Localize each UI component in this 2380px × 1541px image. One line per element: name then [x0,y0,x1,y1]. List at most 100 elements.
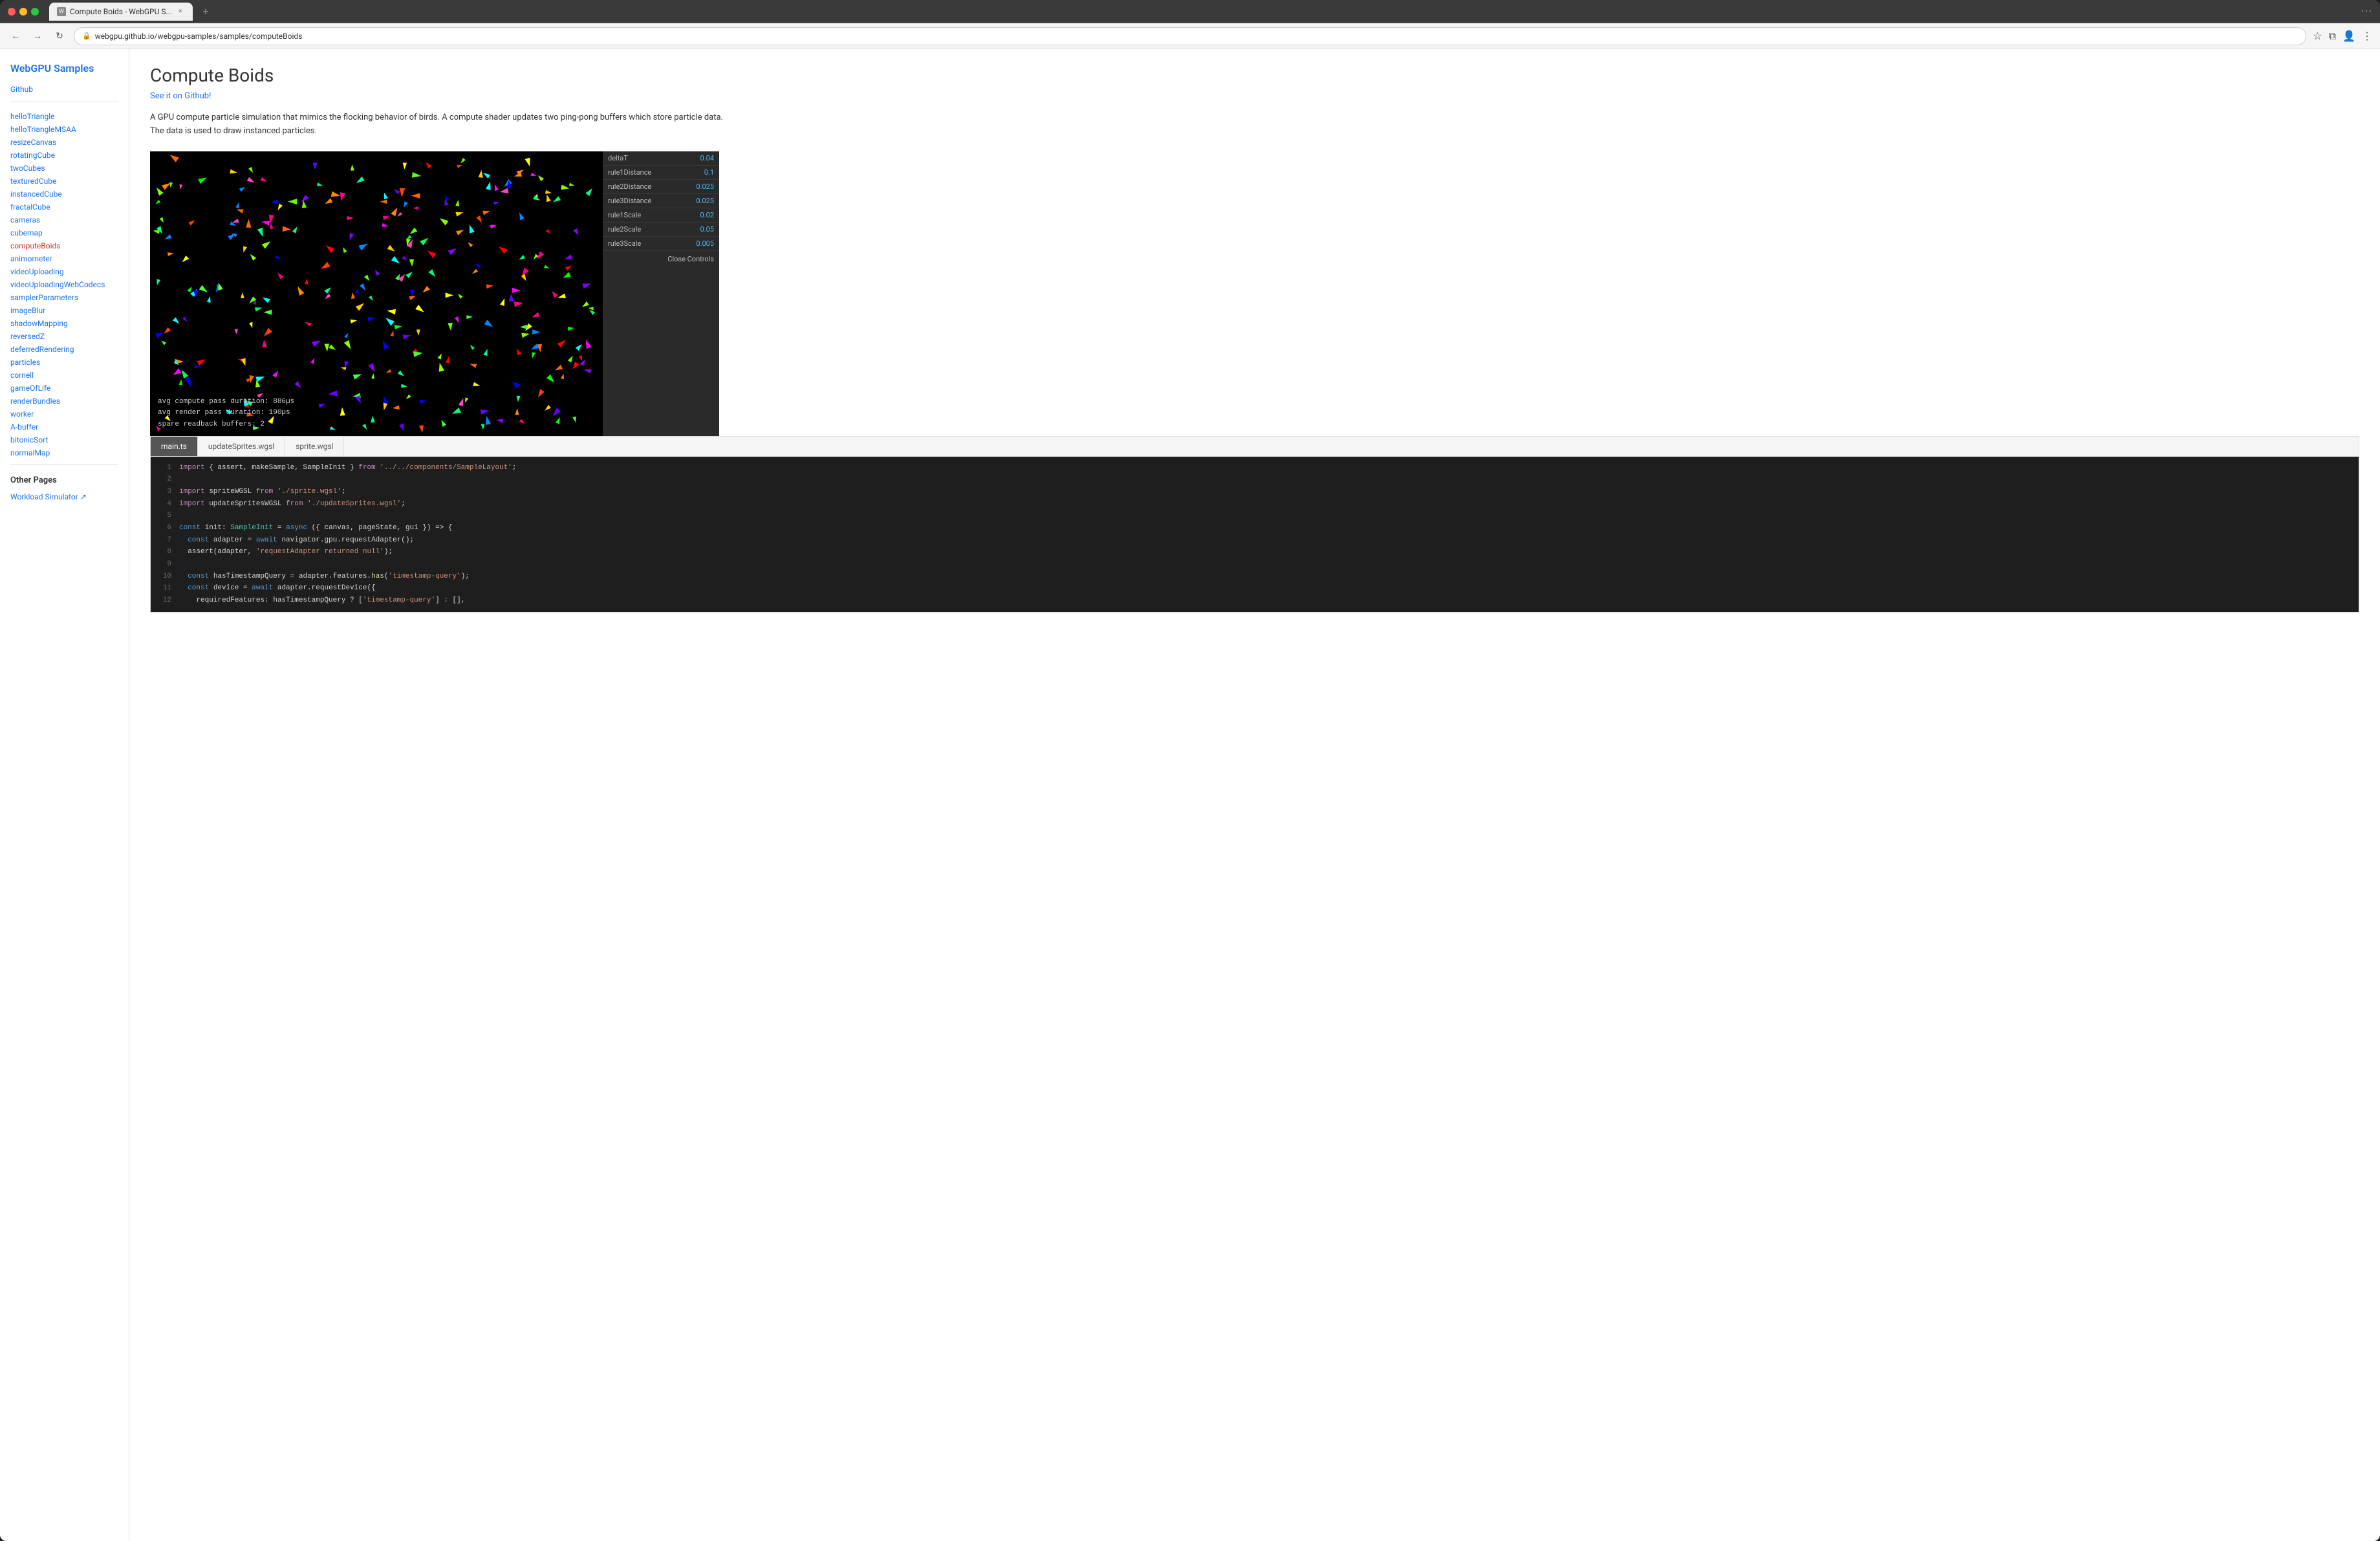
sidebar-item-renderBundles[interactable]: renderBundles [10,395,118,408]
code-section: main.ts updateSprites.wgsl sprite.wgsl 1… [150,436,2359,613]
security-lock-icon: 🔒 [82,32,91,40]
tab-close-button[interactable]: × [176,7,185,16]
stats-overlay: avg compute pass duration: 886µs avg ren… [158,397,294,431]
control-rule1Scale-label: rule1Scale [608,211,641,219]
tab-favicon: W [57,7,66,16]
particle-svg [150,151,603,436]
code-line-5: 5 [151,510,2359,522]
control-deltaT-label: deltaT [608,154,628,162]
demo-area: avg compute pass duration: 886µs avg ren… [150,151,2359,436]
code-line-3: 3 import spriteWGSL from './sprite.wgsl'… [151,486,2359,498]
code-line-8: 8 assert(adapter, 'requestAdapter return… [151,546,2359,558]
sidebar-item-resizeCanvas[interactable]: resizeCanvas [10,136,118,149]
sidebar-item-instancedCube[interactable]: instancedCube [10,188,118,201]
sidebar-item-fractalCube[interactable]: fractalCube [10,201,118,213]
profile-icon[interactable]: 👤 [2342,30,2355,43]
control-deltaT-value[interactable]: 0.04 [700,154,714,162]
address-bar[interactable]: 🔒 webgpu.github.io/webgpu-samples/sample… [74,27,2306,45]
sidebar-github-link[interactable]: Github [10,85,118,94]
description: A GPU compute particle simulation that m… [150,111,732,138]
sidebar-item-bitonicSort[interactable]: bitonicSort [10,433,118,446]
control-rule2Scale-value[interactable]: 0.05 [700,225,714,234]
control-rule3Scale: rule3Scale 0.005 [603,237,719,251]
controls-panel: deltaT 0.04 rule1Distance 0.1 rule2Dista… [603,151,719,436]
sidebar-item-shadowMapping[interactable]: shadowMapping [10,317,118,330]
minimize-button[interactable] [19,8,27,16]
sidebar-item-worker[interactable]: worker [10,408,118,421]
code-line-12: 12 requiredFeatures: hasTimestampQuery ?… [151,595,2359,607]
sidebar-item-particles[interactable]: particles [10,356,118,369]
github-link[interactable]: See it on Github! [150,91,2359,101]
tab-title: Compute Boids - WebGPU S... [70,7,172,16]
sidebar-item-normalMap[interactable]: normalMap [10,446,118,459]
sidebar-item-texturedCube[interactable]: texturedCube [10,175,118,188]
url-text: webgpu.github.io/webgpu-samples/samples/… [95,32,303,41]
sidebar-item-samplerParameters[interactable]: samplerParameters [10,291,118,304]
control-rule1Distance-label: rule1Distance [608,168,651,177]
sidebar-item-cameras[interactable]: cameras [10,213,118,226]
control-rule2Distance-label: rule2Distance [608,182,651,191]
tab-main-ts[interactable]: main.ts [151,437,198,456]
tab-updateSprites[interactable]: updateSprites.wgsl [198,437,285,456]
sidebar: WebGPU Samples Github helloTriangle hell… [0,49,129,1541]
sidebar-divider-2 [10,464,118,465]
sidebar-item-cubemap[interactable]: cubemap [10,226,118,239]
stat-compute: avg compute pass duration: 886µs [158,397,294,408]
sidebar-item-helloTriangle[interactable]: helloTriangle [10,110,118,123]
browser-toolbar: ← → ↻ 🔒 webgpu.github.io/webgpu-samples/… [0,23,2380,49]
sidebar-item-gameOfLife[interactable]: gameOfLife [10,382,118,395]
sidebar-item-videoUploadingWebCodecs[interactable]: videoUploadingWebCodecs [10,278,118,291]
browser-window: W Compute Boids - WebGPU S... × + ⋯ ← → … [0,0,2380,1541]
sidebar-brand[interactable]: WebGPU Samples [10,62,118,74]
code-line-9: 9 [151,558,2359,571]
control-rule3Distance-value[interactable]: 0.025 [696,197,714,205]
sidebar-item-helloTriangleMSAA[interactable]: helloTriangleMSAA [10,123,118,136]
sidebar-item-deferredRendering[interactable]: deferredRendering [10,343,118,356]
control-rule3Scale-value[interactable]: 0.005 [696,239,714,248]
control-rule2Distance-value[interactable]: 0.025 [696,182,714,191]
bookmark-icon[interactable]: ☆ [2313,30,2322,43]
code-line-4: 4 import updateSpritesWGSL from './updat… [151,498,2359,510]
code-line-1: 1 import { assert, makeSample, SampleIni… [151,462,2359,474]
control-rule3Distance: rule3Distance 0.025 [603,194,719,208]
back-button[interactable]: ← [8,28,23,44]
main-content: Compute Boids See it on Github! A GPU co… [129,49,2380,1541]
control-rule3Scale-label: rule3Scale [608,239,641,248]
sidebar-item-imageBlur[interactable]: imageBlur [10,304,118,317]
tab-sprite[interactable]: sprite.wgsl [285,437,344,456]
stat-render: avg render pass duration: 190µs [158,408,294,419]
sidebar-item-workload-simulator[interactable]: Workload Simulator ↗ [10,490,118,503]
window-controls: ⋯ [2361,5,2372,18]
code-line-10: 10 const hasTimestampQuery = adapter.fea… [151,571,2359,583]
sidebar-item-rotatingCube[interactable]: rotatingCube [10,149,118,162]
control-rule1Distance: rule1Distance 0.1 [603,166,719,180]
sidebar-item-twoCubes[interactable]: twoCubes [10,162,118,175]
reload-button[interactable]: ↻ [52,28,67,44]
close-button[interactable] [8,8,16,16]
close-controls-button[interactable]: Close Controls [603,251,719,267]
menu-icon[interactable]: ⋮ [2362,30,2372,43]
sidebar-item-animometer[interactable]: animometer [10,252,118,265]
sidebar-item-cornell[interactable]: cornell [10,369,118,382]
extensions-icon[interactable]: ⧉ [2329,30,2336,43]
code-line-2: 2 [151,474,2359,486]
sidebar-item-computeBoids[interactable]: computeBoids [10,239,118,252]
browser-tab[interactable]: W Compute Boids - WebGPU S... × [49,3,193,21]
new-tab-button[interactable]: + [198,4,213,19]
forward-button[interactable]: → [30,28,45,44]
maximize-button[interactable] [31,8,39,16]
sidebar-item-reversedZ[interactable]: reversedZ [10,330,118,343]
control-rule2Scale: rule2Scale 0.05 [603,223,719,237]
code-line-6: 6 const init: SampleInit = async ({ canv… [151,522,2359,534]
control-rule1Scale: rule1Scale 0.02 [603,208,719,223]
traffic-lights [8,8,39,16]
sidebar-item-videoUploading[interactable]: videoUploading [10,265,118,278]
control-rule1Scale-value[interactable]: 0.02 [700,211,714,219]
control-rule1Distance-value[interactable]: 0.1 [704,168,714,177]
sidebar-item-a-buffer[interactable]: A-buffer [10,421,118,433]
code-line-7: 7 const adapter = await navigator.gpu.re… [151,534,2359,547]
control-rule2Distance: rule2Distance 0.025 [603,180,719,194]
control-rule3Distance-label: rule3Distance [608,197,651,205]
sidebar-nav: helloTriangle helloTriangleMSAA resizeCa… [10,110,118,459]
page-container: WebGPU Samples Github helloTriangle hell… [0,49,2380,1541]
